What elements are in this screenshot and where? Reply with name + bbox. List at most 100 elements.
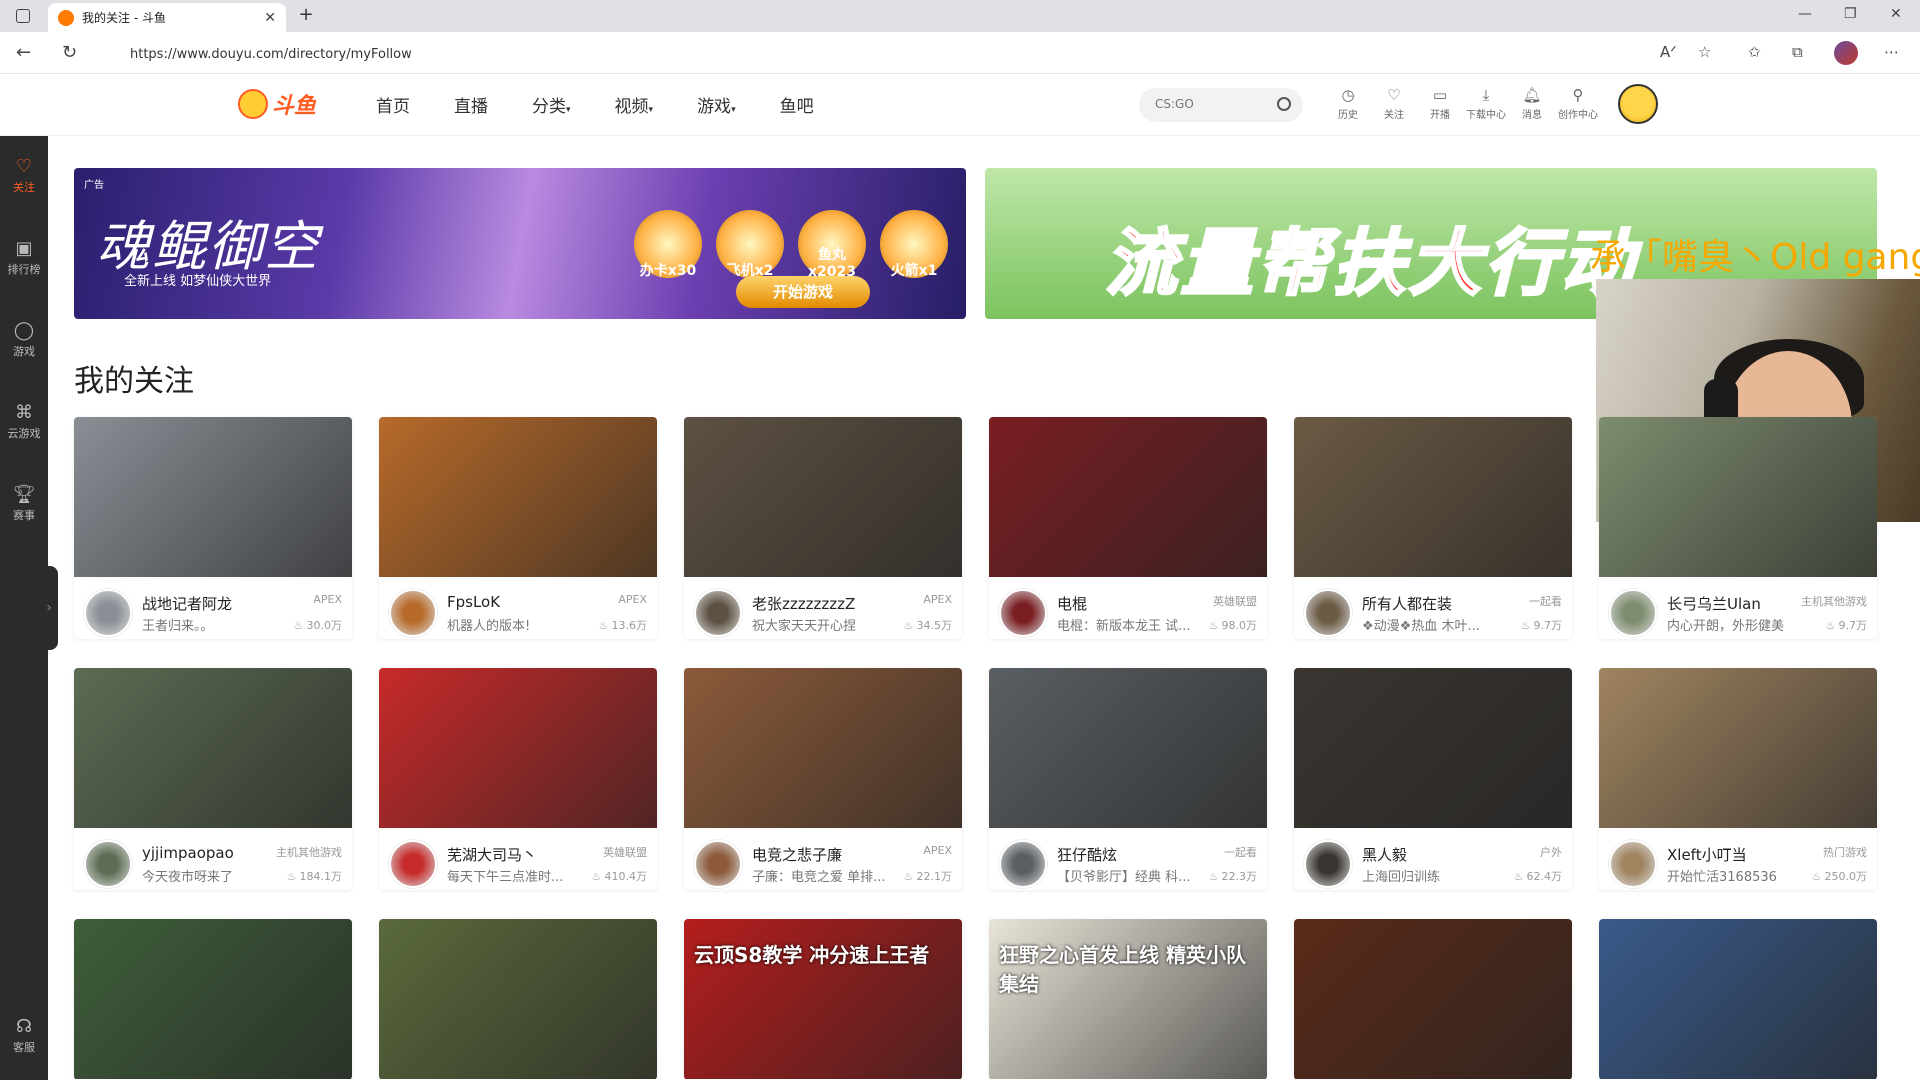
streamer-avatar[interactable] [389, 840, 437, 888]
start-game-button[interactable]: 开始游戏 [736, 276, 870, 308]
new-tab-button[interactable]: + [296, 6, 316, 26]
sidebar-item-cloud-game[interactable]: ⌘ 云游戏 [0, 402, 48, 441]
stream-thumbnail[interactable] [1599, 417, 1877, 577]
stream-thumbnail[interactable]: 云顶S8教学 冲分速上王者 [684, 919, 962, 1079]
stream-category[interactable]: 主机其他游戏 [276, 844, 342, 860]
stream-card[interactable] [1599, 919, 1877, 1080]
stream-thumbnail[interactable] [379, 417, 657, 577]
search-input[interactable] [1153, 96, 1263, 112]
browser-tab[interactable]: 我的关注 - 斗鱼 ✕ [48, 3, 286, 32]
close-tab-icon[interactable]: ✕ [264, 10, 276, 26]
user-avatar[interactable] [1618, 84, 1658, 124]
sidebar-item-game[interactable]: ◯ 游戏 [0, 320, 48, 359]
streamer-name[interactable]: yjjimpaopao [142, 844, 272, 862]
collections-icon[interactable]: ⧉ [1792, 43, 1803, 61]
streamer-avatar[interactable] [84, 840, 132, 888]
sidebar-item-events[interactable]: 🏆︎ 赛事 [0, 484, 48, 523]
stream-thumbnail[interactable] [379, 668, 657, 828]
stream-category[interactable]: 主机其他游戏 [1801, 593, 1867, 609]
nav-video[interactable]: 视频▾ [615, 92, 654, 117]
stream-category[interactable]: APEX [923, 844, 952, 857]
streamer-name[interactable]: 老张zzzzzzzzZ [752, 593, 882, 614]
nav-home[interactable]: 首页 [376, 92, 410, 117]
stream-card[interactable]: 芜湖大司马丶 英雄联盟 每天下午三点准时... ♨ 410.4万 [379, 668, 657, 890]
read-aloud-icon[interactable]: Aᐟ [1660, 43, 1677, 61]
back-icon[interactable]: ← [16, 42, 31, 63]
streamer-avatar[interactable] [1609, 589, 1657, 637]
stream-thumbnail[interactable] [74, 668, 352, 828]
sidebar-item-follow[interactable]: ♡ 关注 [0, 156, 48, 195]
stream-card[interactable]: Xleft小叮当 热门游戏 开始忙活3168536 ♨ 250.0万 [1599, 668, 1877, 890]
stream-thumbnail[interactable] [989, 417, 1267, 577]
tool-follow[interactable]: ♡ 关注 [1371, 86, 1417, 121]
tool-creator[interactable]: ⚲ 创作中心 [1555, 86, 1601, 121]
stream-thumbnail[interactable] [684, 417, 962, 577]
streamer-avatar[interactable] [1304, 589, 1352, 637]
stream-thumbnail[interactable] [1294, 668, 1572, 828]
douyu-logo[interactable]: 斗鱼 [238, 88, 316, 120]
stream-card[interactable]: 电竞之悲子廉 APEX 子廉：电竞之爱 单排... ♨ 22.1万 [684, 668, 962, 890]
tab-actions-icon[interactable] [16, 9, 30, 23]
stream-card[interactable]: yjjimpaopao 主机其他游戏 今天夜市呀来了 ♨ 184.1万 [74, 668, 352, 890]
stream-category[interactable]: APEX [313, 593, 342, 606]
sidebar-collapse-button[interactable]: › [40, 566, 58, 650]
tool-download[interactable]: ⤓ 下载中心 [1463, 86, 1509, 121]
stream-card[interactable] [379, 919, 657, 1080]
stream-thumbnail[interactable]: 狂野之心首发上线 精英小队集结 [989, 919, 1267, 1079]
more-icon[interactable]: ⋯ [1884, 43, 1899, 61]
streamer-avatar[interactable] [694, 840, 742, 888]
streamer-avatar[interactable] [84, 589, 132, 637]
tool-history[interactable]: ◷ 历史 [1325, 86, 1371, 121]
stream-thumbnail[interactable] [379, 919, 657, 1079]
url-field[interactable]: https://www.douyu.com/directory/myFollow [130, 41, 1600, 67]
sidebar-item-service[interactable]: ☊ 客服 [0, 1016, 48, 1055]
search-icon[interactable] [1277, 97, 1291, 111]
stream-card[interactable]: 电棍 英雄联盟 电棍：新版本龙王 试... ♨ 98.0万 [989, 417, 1267, 639]
refresh-icon[interactable]: ↻ [62, 42, 77, 63]
stream-card[interactable]: 战地记者阿龙 APEX 王者归来。。 ♨ 30.0万 [74, 417, 352, 639]
stream-card[interactable]: 狂仔酷炫 一起看 【贝爷影厅】经典 科... ♨ 22.3万 [989, 668, 1267, 890]
stream-thumbnail[interactable] [1294, 919, 1572, 1079]
streamer-name[interactable]: 黑人毅 [1362, 844, 1492, 865]
tool-message[interactable]: 🔔︎ 消息 [1509, 86, 1555, 121]
streamer-name[interactable]: 所有人都在装 [1362, 593, 1492, 614]
stream-thumbnail[interactable] [74, 919, 352, 1079]
stream-thumbnail[interactable] [1599, 919, 1877, 1079]
stream-category[interactable]: APEX [618, 593, 647, 606]
stream-card[interactable]: 狂野之心首发上线 精英小队集结 [989, 919, 1267, 1080]
stream-card[interactable]: 黑人毅 户外 上海回归训练 ♨ 62.4万 [1294, 668, 1572, 890]
tool-broadcast[interactable]: ▭ 开播 [1417, 86, 1463, 121]
sidebar-item-ranking[interactable]: ▣ 排行榜 [0, 238, 48, 277]
stream-category[interactable]: 热门游戏 [1823, 844, 1867, 860]
streamer-name[interactable]: 战地记者阿龙 [142, 593, 272, 614]
streamer-avatar[interactable] [1609, 840, 1657, 888]
stream-category[interactable]: 英雄联盟 [1213, 593, 1257, 609]
stream-thumbnail[interactable] [1599, 668, 1877, 828]
streamer-name[interactable]: Xleft小叮当 [1667, 844, 1797, 865]
stream-category[interactable]: 英雄联盟 [603, 844, 647, 860]
streamer-name[interactable]: 芜湖大司马丶 [447, 844, 577, 865]
stream-thumbnail[interactable] [684, 668, 962, 828]
stream-category[interactable]: 户外 [1540, 844, 1562, 860]
stream-category[interactable]: APEX [923, 593, 952, 606]
favorites-icon[interactable]: ✩ [1748, 43, 1761, 61]
stream-thumbnail[interactable] [1294, 417, 1572, 577]
streamer-avatar[interactable] [999, 589, 1047, 637]
close-window-button[interactable]: ✕ [1890, 6, 1902, 22]
nav-game[interactable]: 游戏▾ [697, 92, 736, 117]
streamer-avatar[interactable] [999, 840, 1047, 888]
minimize-button[interactable]: — [1798, 6, 1812, 22]
stream-card[interactable]: 所有人都在装 一起看 ❖动漫❖热血 木叶... ♨ 9.7万 [1294, 417, 1572, 639]
streamer-name[interactable]: 狂仔酷炫 [1057, 844, 1187, 865]
streamer-name[interactable]: 电棍 [1057, 593, 1187, 614]
streamer-name[interactable]: 电竞之悲子廉 [752, 844, 882, 865]
streamer-avatar[interactable] [694, 589, 742, 637]
add-favorite-icon[interactable]: ☆ [1698, 43, 1711, 61]
stream-thumbnail[interactable] [74, 417, 352, 577]
streamer-name[interactable]: FpsLoK [447, 593, 577, 611]
stream-card[interactable]: FpsLoK APEX 机器人的版本! ♨ 13.6万 [379, 417, 657, 639]
stream-card[interactable]: 老张zzzzzzzzZ APEX 祝大家天天开心捏 ♨ 34.5万 [684, 417, 962, 639]
streamer-avatar[interactable] [1304, 840, 1352, 888]
maximize-button[interactable]: ❐ [1844, 6, 1857, 22]
stream-category[interactable]: 一起看 [1529, 593, 1562, 609]
